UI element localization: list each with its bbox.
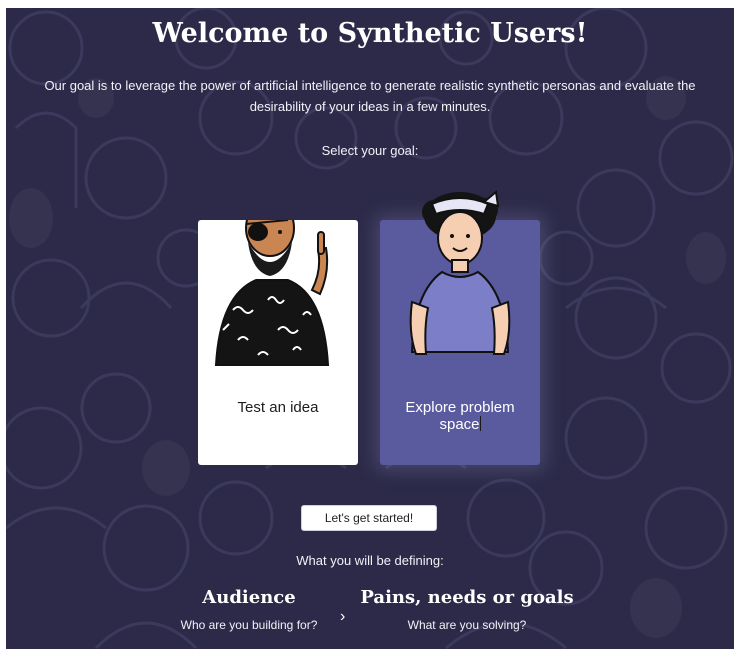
intro-line-1: Our goal is to leverage the power of art… — [44, 78, 696, 93]
page-title: Welcome to Synthetic Users! — [152, 18, 588, 49]
welcome-screen: Welcome to Synthetic Users! Our goal is … — [6, 8, 734, 649]
chevron-right-icon: › — [340, 608, 346, 625]
goal-card-label: Explore problem space — [380, 399, 540, 433]
select-goal-label: Select your goal: — [321, 143, 419, 158]
goal-card-explore-problem-space[interactable]: Explore problem space — [380, 190, 540, 465]
bearded-man-persona-illustration — [214, 220, 330, 366]
step-title: Audience — [202, 587, 296, 608]
step-title: Pains, needs or goals — [360, 587, 574, 608]
step-audience: Audience Who are you building for? — [156, 587, 342, 632]
intro-line-2: desirability of your ideas in a few minu… — [249, 99, 491, 114]
goal-card-test-idea[interactable]: Test an idea — [198, 220, 358, 465]
text-cursor — [479, 416, 481, 431]
get-started-button[interactable]: Let's get started! — [301, 505, 437, 531]
goal-card-label-line-2: space — [439, 416, 480, 433]
woman-with-bandana-persona-illustration — [409, 190, 511, 355]
step-subtitle: What are you solving? — [407, 618, 527, 632]
step-subtitle: Who are you building for? — [180, 618, 318, 632]
defining-label: What you will be defining: — [296, 553, 444, 568]
goal-card-label-line-1: Explore problem — [405, 399, 515, 416]
step-pains-needs-goals: Pains, needs or goals What are you solvi… — [356, 587, 578, 632]
goal-card-label: Test an idea — [237, 399, 319, 416]
intro-text: Our goal is to leverage the power of art… — [14, 75, 726, 117]
